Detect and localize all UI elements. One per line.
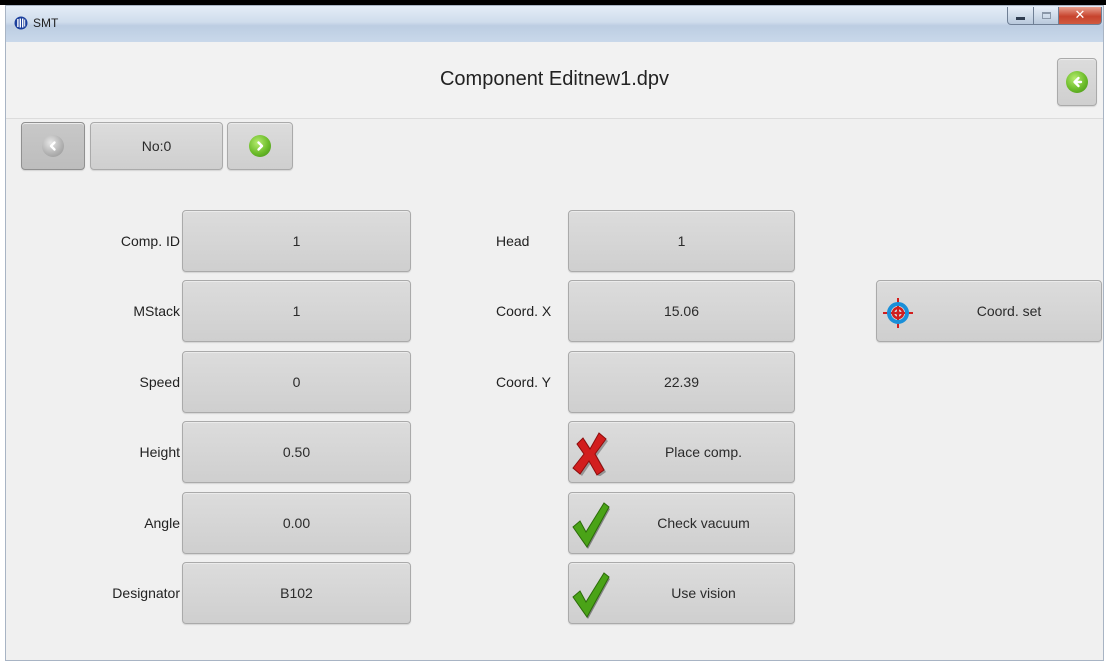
- use-vision-toggle[interactable]: Use vision: [568, 562, 795, 624]
- mstack-value: 1: [292, 303, 301, 319]
- maximize-button[interactable]: [1033, 7, 1059, 25]
- coord-y-field[interactable]: 22.39: [568, 351, 795, 413]
- comp-id-value: 1: [292, 233, 301, 249]
- mstack-field[interactable]: 1: [182, 280, 411, 342]
- close-icon: ✕: [1074, 8, 1086, 23]
- target-icon: [883, 298, 913, 328]
- height-label: Height: [139, 444, 180, 460]
- green-check-icon: [572, 572, 610, 619]
- chevron-left-icon: [42, 135, 64, 157]
- mstack-label: MStack: [133, 303, 180, 319]
- back-button[interactable]: [1057, 58, 1097, 106]
- app-icon: [14, 16, 28, 30]
- title-bar: SMT ✕: [6, 6, 1103, 43]
- speed-label: Speed: [139, 374, 180, 390]
- arrow-left-icon: [1066, 71, 1088, 93]
- speed-value: 0: [292, 374, 301, 390]
- coord-set-button[interactable]: Coord. set: [876, 280, 1102, 342]
- designator-field[interactable]: B102: [182, 562, 411, 624]
- head-field[interactable]: 1: [568, 210, 795, 272]
- chevron-right-icon: [249, 135, 271, 157]
- coord-x-value: 15.06: [663, 303, 700, 319]
- maximize-icon: [1041, 12, 1051, 19]
- close-button[interactable]: ✕: [1058, 7, 1102, 25]
- page-title: Component Editnew1.dpv: [439, 68, 670, 90]
- check-vacuum-label: Check vacuum: [657, 515, 750, 531]
- next-button[interactable]: [227, 122, 293, 170]
- app-window: SMT ✕ Component Editnew1.dpv No:0 Comp. …: [5, 5, 1104, 661]
- check-vacuum-toggle[interactable]: Check vacuum: [568, 492, 795, 554]
- red-x-icon: [572, 432, 608, 476]
- comp-id-field[interactable]: 1: [182, 210, 411, 272]
- coord-x-field[interactable]: 15.06: [568, 280, 795, 342]
- designator-label: Designator: [112, 585, 180, 601]
- head-label: Head: [496, 233, 530, 249]
- use-vision-label: Use vision: [671, 585, 736, 601]
- height-field[interactable]: 0.50: [182, 421, 411, 483]
- speed-field[interactable]: 0: [182, 351, 411, 413]
- record-number-label: No:0: [141, 138, 172, 154]
- record-number: No:0: [90, 122, 223, 170]
- place-comp-toggle[interactable]: Place comp.: [568, 421, 795, 483]
- coord-set-label: Coord. set: [976, 303, 1042, 319]
- angle-label: Angle: [144, 515, 180, 531]
- coord-x-label: Coord. X: [496, 303, 552, 319]
- place-comp-label: Place comp.: [664, 444, 743, 460]
- green-check-icon: [572, 502, 610, 549]
- minimize-icon: [1016, 17, 1025, 20]
- coord-y-label: Coord. Y: [496, 374, 551, 390]
- window-title: SMT: [33, 16, 59, 30]
- header-bar: Component Editnew1.dpv: [6, 42, 1103, 119]
- prev-button[interactable]: [21, 122, 85, 170]
- coord-y-value: 22.39: [663, 374, 700, 390]
- angle-value: 0.00: [282, 515, 311, 531]
- minimize-button[interactable]: [1007, 7, 1034, 25]
- designator-value: B102: [280, 585, 313, 601]
- comp-id-label: Comp. ID: [120, 233, 180, 249]
- head-value: 1: [677, 233, 686, 249]
- height-value: 0.50: [282, 444, 311, 460]
- angle-field[interactable]: 0.00: [182, 492, 411, 554]
